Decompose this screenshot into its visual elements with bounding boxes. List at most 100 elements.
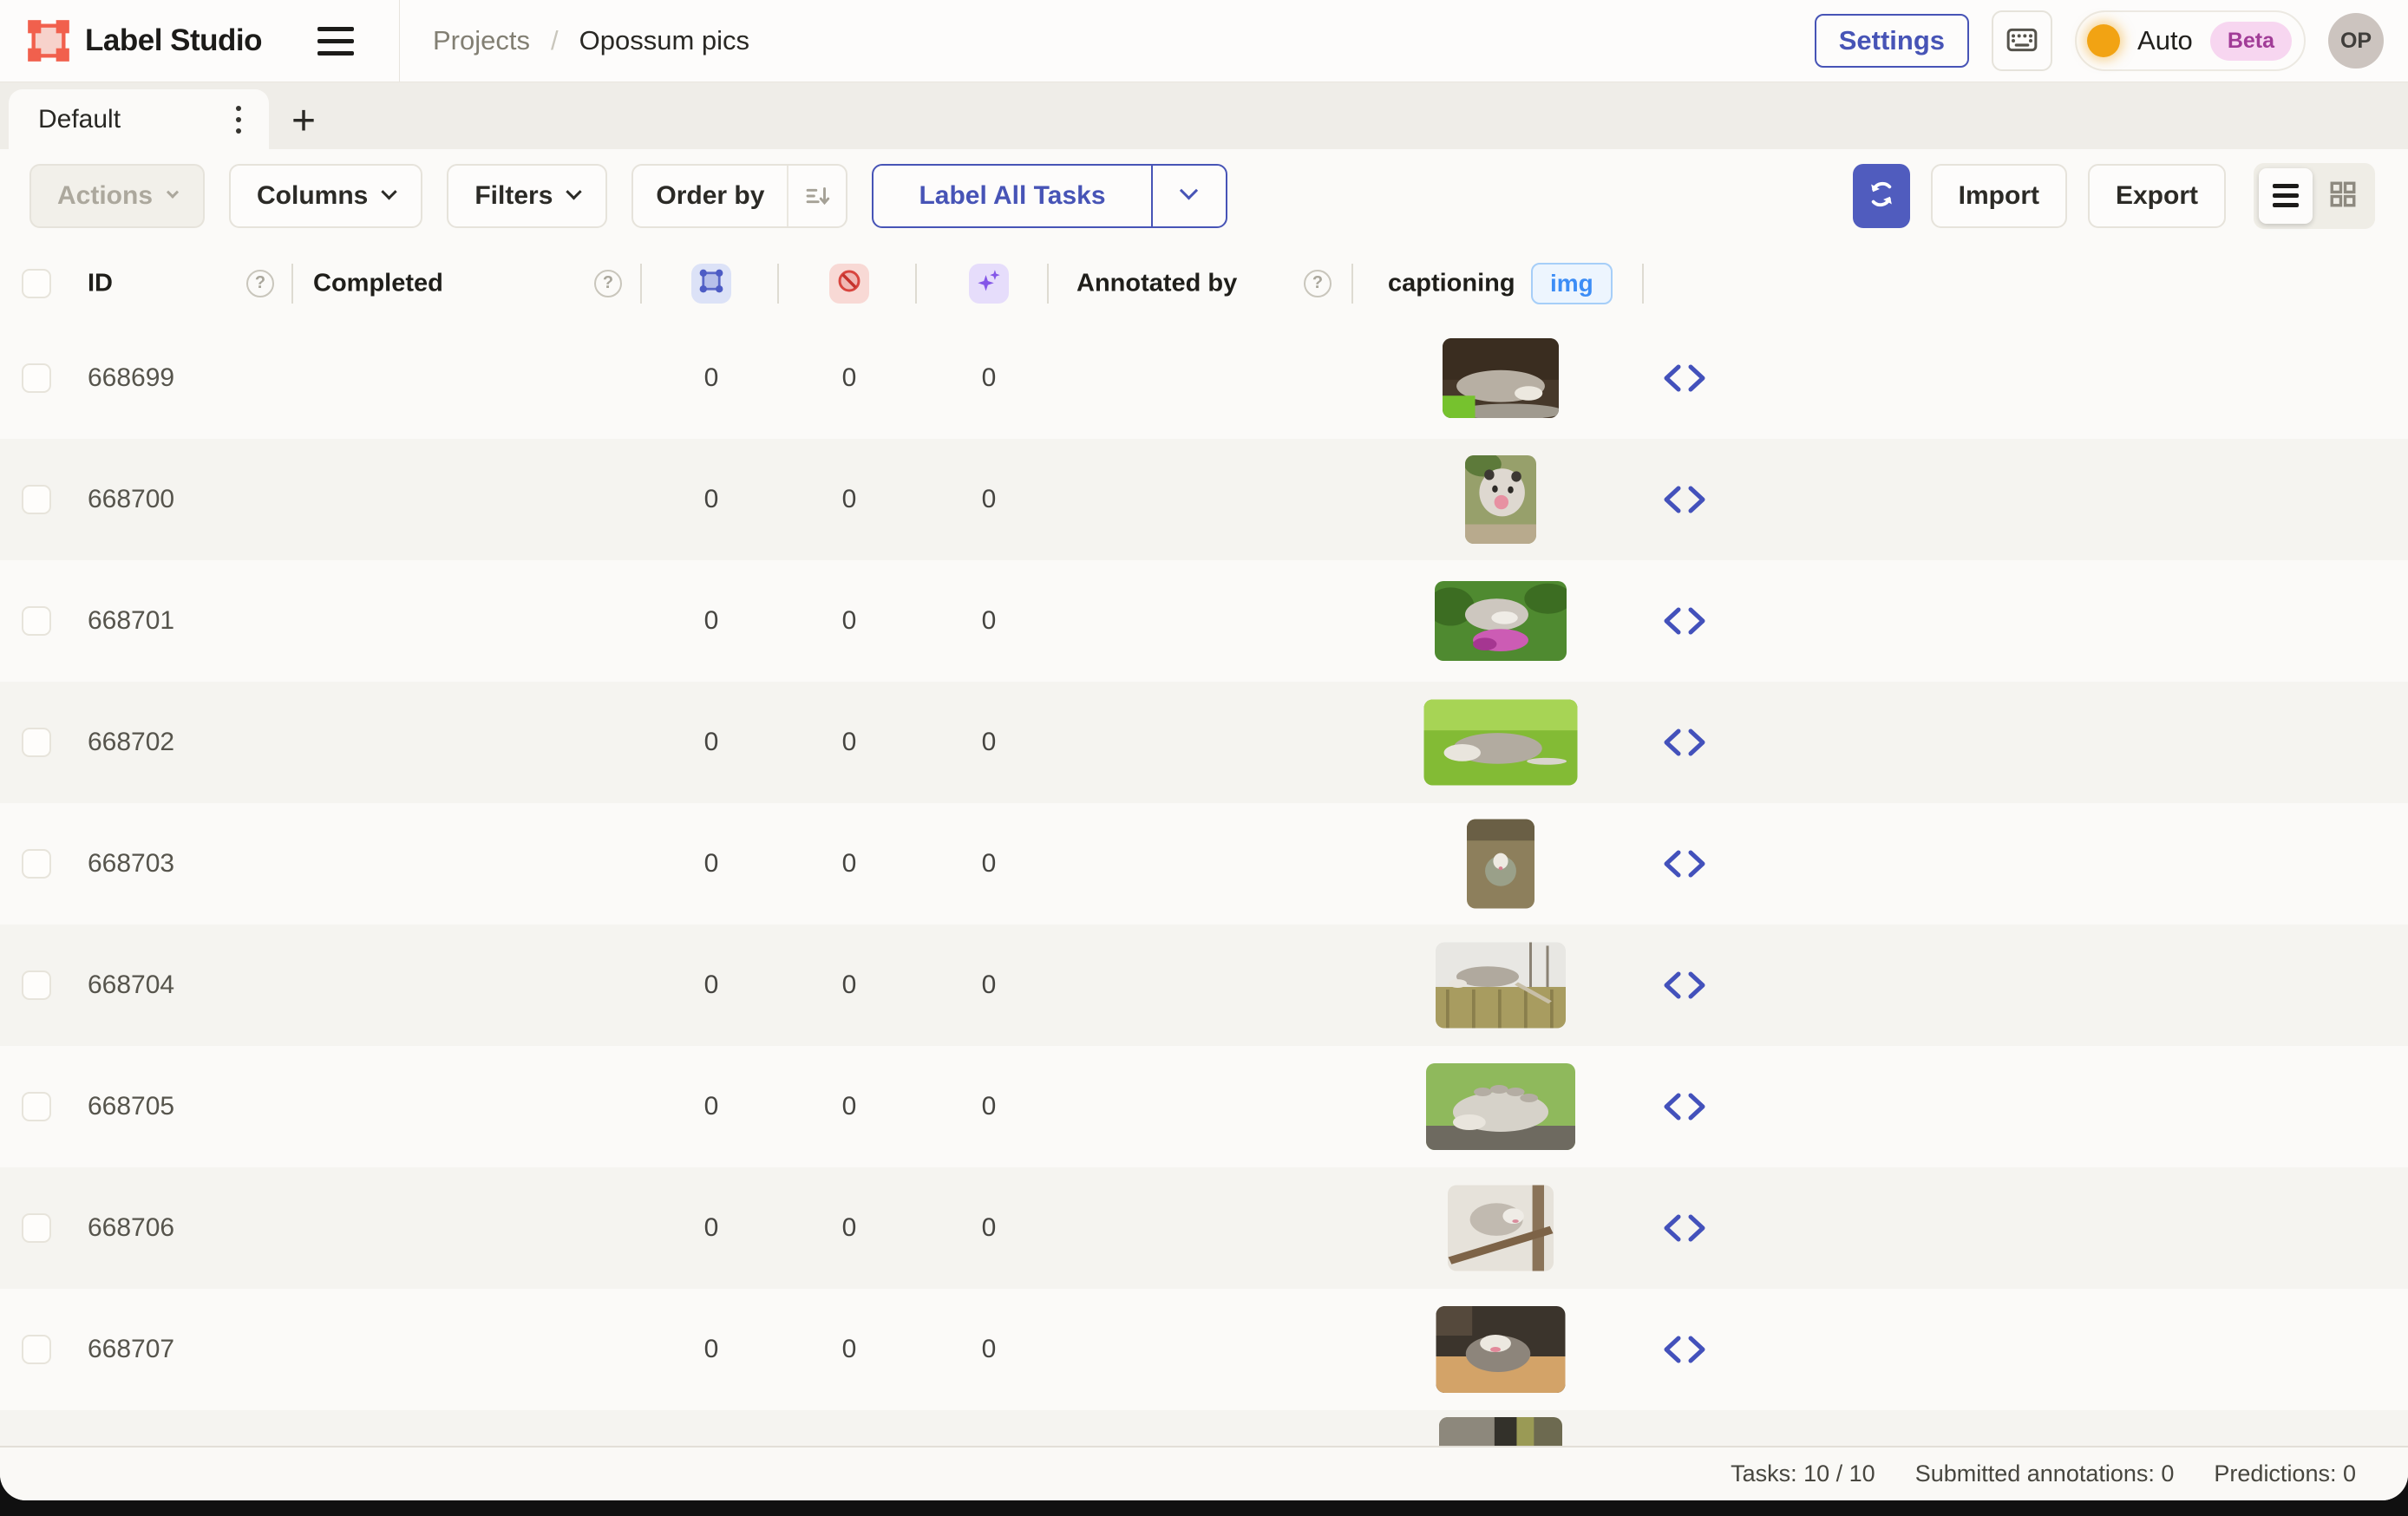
column-divider [777,264,779,304]
tab-default[interactable]: Default [9,89,269,149]
task-image-thumbnail[interactable] [1443,338,1559,418]
task-id: 668703 [88,849,174,879]
task-id: 668705 [88,1092,174,1121]
sparkles-icon [976,268,1002,298]
task-image-thumbnail[interactable] [1436,943,1566,1029]
column-header-predictions[interactable] [969,264,1009,304]
table-row[interactable]: 668707 0 0 0 [0,1289,2408,1410]
table-row[interactable]: 668700 0 0 0 [0,439,2408,560]
topbar-divider [399,0,400,82]
row-checkbox[interactable] [22,728,51,757]
task-image-thumbnail[interactable] [1435,581,1567,661]
columns-dropdown-button[interactable]: Columns [229,164,422,228]
help-icon[interactable]: ? [246,270,274,297]
row-checkbox[interactable] [22,1213,51,1243]
annotations-count: 0 [704,970,719,1000]
add-tab-button[interactable]: + [291,101,316,142]
view-source-icon[interactable] [1659,846,1710,882]
table-row[interactable] [0,1410,2408,1446]
cancelled-annotations-count: 0 [842,1335,857,1364]
task-id: 668707 [88,1335,174,1364]
task-id: 668702 [88,728,174,757]
list-view-button[interactable] [2259,168,2313,224]
table-row[interactable]: 668701 0 0 0 [0,560,2408,682]
view-source-icon[interactable] [1659,1331,1710,1368]
app-logo[interactable]: Label Studio [26,18,262,63]
task-image-thumbnail[interactable] [1467,820,1534,909]
settings-button[interactable]: Settings [1815,14,1969,68]
refresh-button[interactable] [1853,164,1910,228]
task-image-thumbnail[interactable] [1424,700,1578,786]
label-all-tasks-button[interactable]: Label All Tasks [872,164,1227,228]
auto-status-dot-icon [2087,24,2120,57]
select-all-checkbox[interactable] [22,269,51,298]
auto-label: Auto [2137,25,2193,56]
cancelled-annotations-count: 0 [842,363,857,393]
filters-dropdown-button[interactable]: Filters [447,164,607,228]
annotations-count: 0 [704,849,719,879]
view-source-icon[interactable] [1659,360,1710,396]
export-button[interactable]: Export [2088,164,2226,228]
data-manager-toolbar: Actions Columns Filters Order by Label A… [0,149,2408,249]
row-checkbox[interactable] [22,1092,51,1121]
app-title: Label Studio [85,23,262,58]
table-row[interactable]: 668703 0 0 0 [0,803,2408,925]
predictions-count: 0 [982,363,997,393]
grid-view-button[interactable] [2316,168,2370,224]
table-row[interactable]: 668704 0 0 0 [0,925,2408,1046]
help-icon[interactable]: ? [594,270,622,297]
row-checkbox[interactable] [22,970,51,1000]
cancelled-annotations-count: 0 [842,606,857,636]
predictions-count: 0 [982,1092,997,1121]
hamburger-menu-icon[interactable] [317,19,366,62]
keyboard-shortcuts-button[interactable] [1992,10,2052,71]
column-header-id[interactable]: ID [88,269,113,297]
view-source-icon[interactable] [1659,1088,1710,1125]
order-by-button[interactable]: Order by [631,164,847,228]
row-checkbox[interactable] [22,1335,51,1364]
user-avatar[interactable]: OP [2328,13,2384,69]
task-image-thumbnail[interactable] [1448,1186,1554,1271]
img-type-badge: img [1531,263,1613,304]
view-source-icon[interactable] [1659,967,1710,1003]
cancelled-annotations-count: 0 [842,1213,857,1243]
view-source-icon[interactable] [1659,1210,1710,1246]
column-header-completed[interactable]: Completed [313,269,443,297]
task-image-thumbnail[interactable] [1436,1306,1566,1393]
column-header-annotated-by[interactable]: Annotated by [1076,269,1237,297]
predictions-count: 0 [982,1213,997,1243]
import-button[interactable]: Import [1931,164,2067,228]
label-all-tasks-dropdown[interactable] [1151,166,1226,226]
annotations-count: 0 [704,485,719,514]
column-divider [1047,264,1049,304]
column-header-captioning[interactable]: captioning [1388,269,1515,297]
row-checkbox[interactable] [22,485,51,514]
actions-dropdown-button[interactable]: Actions [29,164,205,228]
auto-mode-toggle[interactable]: Auto Beta [2075,10,2306,71]
label-studio-logo-icon [26,18,71,63]
task-image-thumbnail[interactable] [1465,455,1536,544]
annotations-count: 0 [704,1213,719,1243]
view-source-icon[interactable] [1659,724,1710,761]
annotations-count: 0 [704,1092,719,1121]
cancelled-annotations-count: 0 [842,849,857,879]
row-checkbox[interactable] [22,606,51,636]
table-row[interactable]: 668705 0 0 0 [0,1046,2408,1167]
table-row[interactable]: 668706 0 0 0 [0,1167,2408,1289]
row-checkbox[interactable] [22,849,51,879]
help-icon[interactable]: ? [1304,270,1332,297]
column-header-cancelled-annotations[interactable] [829,264,869,304]
actions-label: Actions [57,181,153,211]
table-row[interactable]: 668702 0 0 0 [0,682,2408,803]
task-image-thumbnail[interactable] [1426,1063,1575,1150]
breadcrumb-projects-link[interactable]: Projects [433,25,530,56]
sort-ascending-icon [787,166,846,226]
column-header-annotations[interactable] [691,264,731,304]
tab-options-kebab-icon[interactable] [229,99,248,140]
table-row[interactable]: 668699 0 0 0 [0,317,2408,439]
task-image-thumbnail[interactable] [1439,1417,1562,1446]
view-source-icon[interactable] [1659,481,1710,518]
row-checkbox[interactable] [22,363,51,393]
task-id: 668700 [88,485,174,514]
view-source-icon[interactable] [1659,603,1710,639]
